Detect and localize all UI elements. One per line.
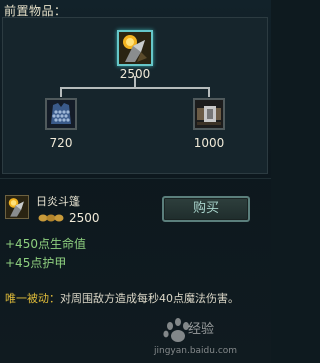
detail-item-name: 日炎斗篷 [36, 195, 80, 208]
section-divider [0, 178, 271, 179]
recipe-root-cost: 2500 [119, 67, 151, 81]
tree-connector-left [60, 87, 62, 97]
giants-belt-icon [195, 100, 223, 128]
passive-label: 唯一被动： [5, 292, 60, 305]
watermark-url: jingyan.baidu.com [154, 346, 238, 356]
gold-coin-icon [38, 214, 64, 222]
recipe-child-cost-2: 1000 [193, 136, 225, 150]
watermark-brand: 经验 [188, 322, 215, 337]
recipe-tree: 2500 720 1000 [2, 17, 268, 174]
recipe-child-item-2[interactable] [193, 98, 225, 130]
tree-connector-right [208, 87, 210, 97]
buy-button[interactable]: 购买 [162, 196, 250, 222]
stat-armor: +45点护甲 [5, 256, 67, 270]
item-shop-panel: 前置物品： 2500 720 1000 日炎斗篷 2500 购买 +450点生命… [0, 0, 271, 363]
chain-vest-icon [47, 100, 75, 128]
sun-cloak-icon [6, 196, 28, 218]
recipe-root-item[interactable] [117, 30, 153, 66]
stat-health: +450点生命值 [5, 237, 86, 251]
recipe-child-item-1[interactable] [45, 98, 77, 130]
sun-cloak-icon [119, 32, 151, 64]
tree-connector-horizontal [60, 87, 210, 89]
detail-item-icon [5, 195, 29, 219]
passive-description: 唯一被动：对周围敌方造成每秒40点魔法伤害。 [5, 290, 239, 306]
recipe-child-cost-1: 720 [49, 136, 73, 150]
detail-item-price: 2500 [69, 211, 100, 225]
passive-text: 对周围敌方造成每秒40点魔法伤害。 [60, 292, 239, 305]
